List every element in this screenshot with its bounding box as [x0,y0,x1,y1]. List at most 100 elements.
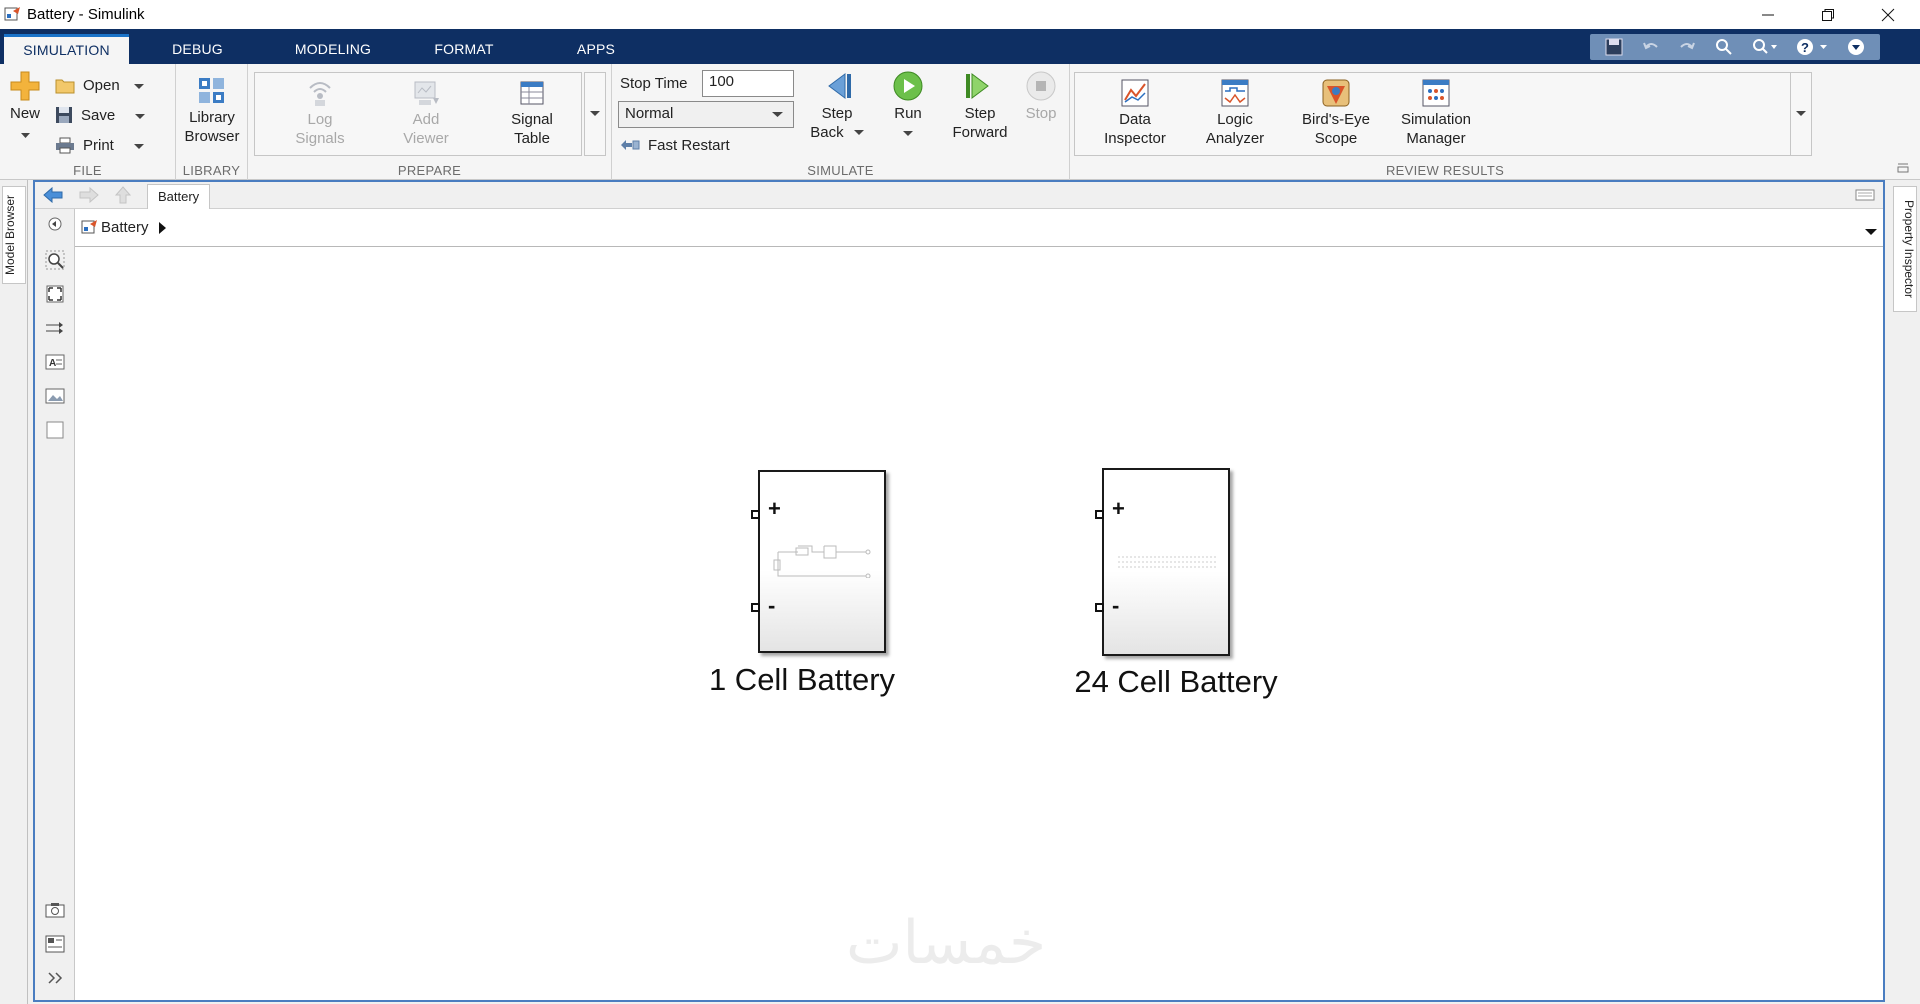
tab-format[interactable]: FORMAT [420,34,508,64]
forward-arrow-icon[interactable] [79,186,99,206]
birds-eye-scope-button[interactable]: Bird's-Eye Scope [1286,78,1386,148]
step-forward-button[interactable]: Step Forward [942,70,1018,142]
model-browser-tab[interactable]: Model Browser [2,186,26,284]
title-bar: Battery - Simulink [0,0,1920,29]
file-section-label: FILE [73,163,102,178]
library-browser-label-2: Browser [184,128,240,145]
simulation-mode-select[interactable]: Normal [618,101,794,128]
block-label[interactable]: 1 Cell Battery [692,662,912,698]
tab-apps[interactable]: APPS [556,34,636,64]
prepare-section-label: PREPARE [397,163,462,178]
chevron-down-icon[interactable] [135,107,146,124]
step-back-button[interactable]: Step Back [804,70,870,142]
arrange-arrows-icon[interactable] [42,315,68,341]
screenshot-camera-icon[interactable] [42,897,68,923]
restore-button[interactable] [1800,0,1856,29]
run-play-icon [893,71,923,101]
minus-port-label: - [1112,593,1120,618]
image-annotation-icon[interactable] [42,383,68,409]
tab-simulation[interactable]: SIMULATION [4,34,129,64]
stop-time-input[interactable]: 100 [702,70,794,97]
prepare-gallery-expand-button[interactable] [584,72,606,156]
new-plus-icon [10,71,40,101]
library-browser-label-1: Library [189,109,235,126]
new-button[interactable]: New [5,70,45,144]
add-viewer-label-1: Add [412,111,440,128]
print-button[interactable]: Print [55,132,144,158]
fast-restart-toggle[interactable]: Fast Restart [620,132,730,158]
model-info-icon[interactable] [42,931,68,957]
breadcrumb-chevron-right-icon[interactable] [159,221,166,237]
block-label[interactable]: 24 Cell Battery [1066,664,1286,700]
library-browser-button[interactable]: Library Browser [180,76,244,146]
simulation-manager-button[interactable]: Simulation Manager [1386,78,1486,148]
watermark: خمسات [846,908,1047,978]
annotation-text-icon[interactable]: A [42,349,68,375]
plus-port-1[interactable] [751,510,760,519]
stop-time-label: Stop Time [620,75,688,92]
chevron-down-icon [772,112,783,117]
data-inspector-button[interactable]: Data Inspector [1090,78,1180,148]
svg-text:?: ? [1801,40,1809,55]
minimize-button[interactable] [1740,0,1796,29]
minus-port-1[interactable] [751,603,760,612]
simulink-model-icon [81,218,99,239]
step-forward-label-1: Step [964,105,996,122]
plus-port-2[interactable] [1095,510,1104,519]
stop-button[interactable]: Stop [1016,70,1066,123]
log-signals-button[interactable]: Log Signals [280,78,360,148]
log-signals-icon [309,82,331,106]
save-icon[interactable] [1605,38,1623,56]
zoom-icon[interactable] [42,247,68,273]
simulation-manager-label-2: Manager [1406,130,1466,147]
folder-icon [55,77,75,94]
property-inspector-tab[interactable]: Property Inspector [1893,186,1917,312]
printer-icon [55,137,75,154]
back-arrow-icon[interactable] [43,186,63,206]
block-diagram-canvas[interactable]: + - 1 Cell Battery + - 24 Cell Battery خ… [76,248,1883,1000]
area-rectangle-icon[interactable] [42,417,68,443]
right-side-panel: Property Inspector [1890,180,1920,1004]
breadcrumb[interactable]: Battery [101,219,149,236]
simulation-manager-label-1: Simulation [1400,111,1472,128]
find-replace-icon[interactable] [1752,38,1778,56]
save-button[interactable]: Save [55,102,146,128]
print-label: Print [83,136,114,154]
help-icon[interactable]: ? [1796,38,1828,56]
review-gallery-expand-button[interactable] [1790,72,1812,156]
hide-explorer-bar-icon[interactable] [1855,188,1875,205]
fit-to-view-icon[interactable] [42,281,68,307]
collapse-toolstrip-icon[interactable] [1847,38,1865,56]
tab-debug[interactable]: DEBUG [155,34,240,64]
run-label: Run [894,105,922,122]
step-forward-label-2: Forward [952,124,1008,141]
open-button[interactable]: Open [55,72,144,98]
undo-icon[interactable] [1642,38,1660,56]
up-arrow-icon[interactable] [114,186,132,207]
explorer-bar: Battery [35,182,1883,209]
chevron-down-icon[interactable] [853,130,864,136]
tab-battery-model[interactable]: Battery [147,184,211,209]
add-viewer-button[interactable]: Add Viewer [386,78,466,148]
tab-modeling[interactable]: MODELING [283,34,383,64]
floppy-disk-icon [55,106,73,124]
address-dropdown-icon[interactable] [1865,223,1877,239]
run-button[interactable]: Run [878,70,938,142]
double-chevron-right-icon[interactable] [42,965,68,991]
close-button[interactable] [1860,0,1916,29]
search-icon[interactable] [1715,38,1733,56]
chevron-down-icon[interactable] [133,77,144,94]
chevron-down-icon[interactable] [133,137,144,154]
birds-eye-scope-label-1: Bird's-Eye [1302,111,1370,128]
hide-show-explorer-icon[interactable] [42,211,68,237]
minimize-toolstrip-icon[interactable] [1896,160,1910,177]
stop-icon [1026,71,1056,101]
minus-port-2[interactable] [1095,603,1104,612]
signal-table-button[interactable]: Signal Table [492,78,572,148]
chevron-down-icon[interactable] [903,131,913,137]
step-back-label-2: Back [810,124,844,141]
logic-analyzer-button[interactable]: Logic Analyzer [1188,78,1282,148]
simulate-section: Stop Time 100 Normal Fast Restart Step B… [612,64,1070,180]
step-back-icon [828,73,851,99]
redo-icon[interactable] [1678,38,1696,56]
